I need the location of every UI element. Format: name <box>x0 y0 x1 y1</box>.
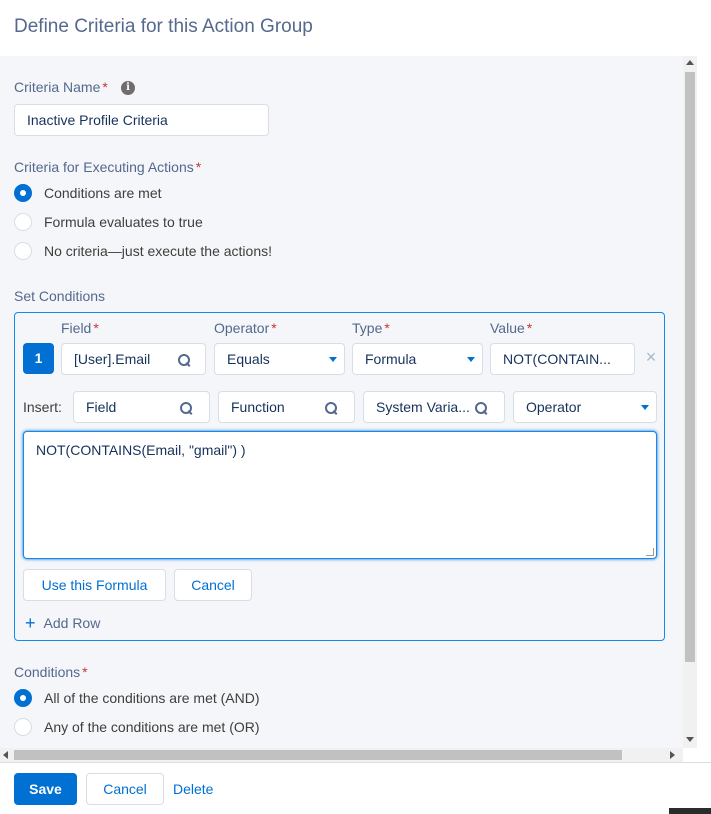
criteria-panel: Criteria Name * i Inactive Profile Criter… <box>0 56 683 748</box>
scroll-up-icon[interactable] <box>686 60 694 65</box>
criteria-name-label: Criteria Name * <box>14 79 108 95</box>
delete-link[interactable]: Delete <box>173 781 213 797</box>
formula-editor[interactable]: NOT(CONTAINS(Email, "gmail") ) <box>23 431 657 559</box>
insert-system-variable-lookup[interactable]: System Varia... <box>363 391 505 423</box>
info-icon[interactable]: i <box>121 81 135 95</box>
field-value: [User].Email <box>74 351 151 367</box>
add-row-label: Add Row <box>43 615 101 631</box>
add-row-button[interactable]: + Add Row <box>25 613 101 633</box>
type-value: Formula <box>365 351 417 367</box>
row-number-badge: 1 <box>23 343 54 374</box>
insert-field-lookup[interactable]: Field <box>73 391 210 423</box>
operator-value: Equals <box>227 351 270 367</box>
insert-system-variable-value: System Varia... <box>376 399 470 415</box>
insert-operator-value: Operator <box>526 399 582 415</box>
chevron-down-icon <box>467 357 475 362</box>
operator-header: Operator * <box>214 320 277 336</box>
scroll-down-icon[interactable] <box>686 737 694 742</box>
scroll-right-icon[interactable] <box>670 751 675 759</box>
chevron-down-icon <box>329 357 337 362</box>
radio-button[interactable] <box>14 184 32 202</box>
set-conditions-label: Set Conditions <box>14 288 106 304</box>
scroll-left-icon[interactable] <box>3 751 8 759</box>
radio-button[interactable] <box>14 718 32 736</box>
save-button[interactable]: Save <box>14 773 77 805</box>
insert-label: Insert: <box>23 399 62 415</box>
search-icon[interactable] <box>180 402 192 414</box>
radio-no-criteria[interactable]: No criteria—just execute the actions! <box>14 242 272 260</box>
executing-criteria-label: Criteria for Executing Actions * <box>14 159 202 175</box>
radio-all-conditions[interactable]: All of the conditions are met (AND) <box>14 689 260 707</box>
dialog-footer: Save Cancel Delete <box>0 762 711 814</box>
type-select[interactable]: Formula <box>352 343 483 375</box>
radio-label: No criteria—just execute the actions! <box>44 243 272 259</box>
value-input[interactable]: NOT(CONTAIN... <box>490 343 635 375</box>
horizontal-scrollbar[interactable] <box>0 748 683 762</box>
criteria-name-input[interactable]: Inactive Profile Criteria <box>14 104 269 136</box>
radio-button[interactable] <box>14 689 32 707</box>
field-header: Field * <box>61 320 99 336</box>
value-header: Value * <box>490 320 533 336</box>
search-icon[interactable] <box>178 354 190 366</box>
insert-field-value: Field <box>86 399 117 415</box>
dialog-header: Define Criteria for this Action Group <box>0 0 711 56</box>
radio-button[interactable] <box>14 213 32 231</box>
formula-cancel-button[interactable]: Cancel <box>174 569 252 601</box>
scroll-thumb[interactable] <box>685 72 695 662</box>
radio-formula-true[interactable]: Formula evaluates to true <box>14 213 203 231</box>
radio-label: All of the conditions are met (AND) <box>44 690 260 706</box>
cancel-button[interactable]: Cancel <box>86 773 164 805</box>
radio-button[interactable] <box>14 242 32 260</box>
insert-function-lookup[interactable]: Function <box>218 391 355 423</box>
field-lookup[interactable]: [User].Email <box>61 343 206 375</box>
chevron-down-icon <box>641 405 649 410</box>
radio-conditions-met[interactable]: Conditions are met <box>14 184 162 202</box>
resize-handle-icon[interactable] <box>646 548 654 556</box>
condition-row-panel: Field * Operator * Type * Value * 1 [User].E… <box>14 312 665 641</box>
formula-text: NOT(CONTAINS(Email, "gmail") ) <box>36 442 246 458</box>
operator-select[interactable]: Equals <box>214 343 345 375</box>
radio-label: Formula evaluates to true <box>44 214 203 230</box>
plus-icon: + <box>25 613 36 633</box>
radio-label: Conditions are met <box>44 185 162 201</box>
radio-any-conditions[interactable]: Any of the conditions are met (OR) <box>14 718 260 736</box>
vertical-scrollbar[interactable] <box>683 56 697 748</box>
use-formula-button[interactable]: Use this Formula <box>23 569 166 601</box>
window-edge <box>669 808 711 814</box>
insert-function-value: Function <box>231 399 285 415</box>
conditions-label: Conditions * <box>14 664 88 680</box>
scroll-thumb[interactable] <box>14 750 622 760</box>
dialog-title: Define Criteria for this Action Group <box>14 16 313 37</box>
type-header: Type * <box>352 320 390 336</box>
remove-row-icon[interactable]: × <box>644 348 658 366</box>
insert-operator-select[interactable]: Operator <box>513 391 657 423</box>
search-icon[interactable] <box>475 402 487 414</box>
search-icon[interactable] <box>325 402 337 414</box>
radio-label: Any of the conditions are met (OR) <box>44 719 260 735</box>
